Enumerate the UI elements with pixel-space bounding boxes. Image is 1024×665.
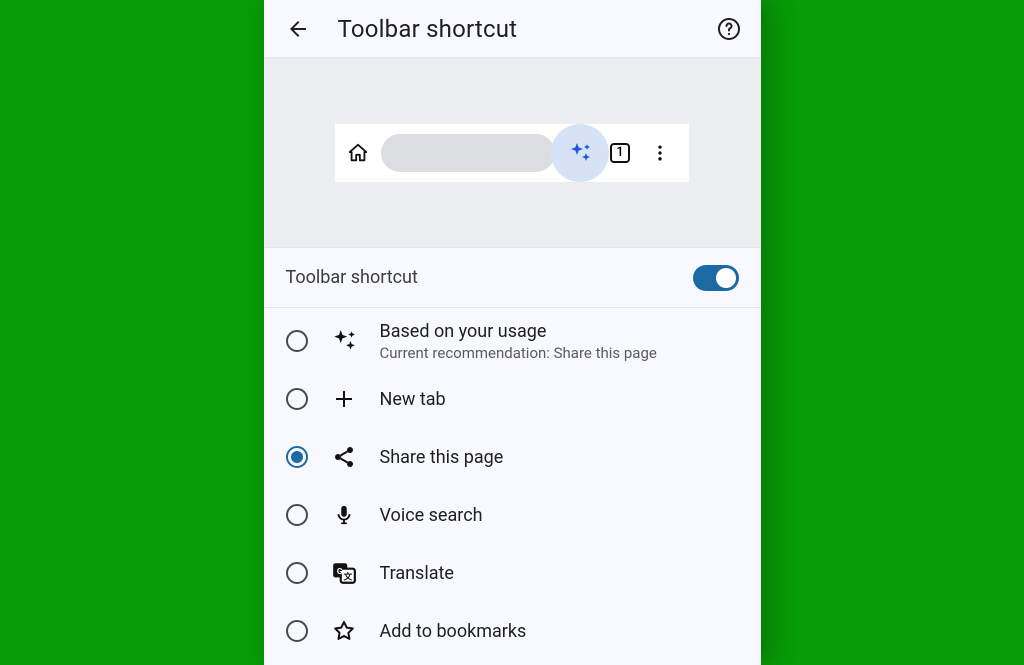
option-voice[interactable]: Voice search [264,486,761,544]
share-icon [330,445,358,469]
option-bookmark[interactable]: Add to bookmarks [264,602,761,660]
toolbar-preview: 1 [264,57,761,248]
home-icon [345,142,371,164]
page-title: Toolbar shortcut [338,15,689,43]
more-icon [645,143,675,163]
option-text: Add to bookmarks [380,621,527,642]
option-share[interactable]: Share this page [264,428,761,486]
help-icon [717,17,741,41]
option-translate[interactable]: G文 Translate [264,544,761,602]
toggle-switch[interactable] [693,265,739,291]
toggle-label: Toolbar shortcut [286,267,693,288]
option-title: Based on your usage [380,321,657,342]
option-text: Share this page [380,447,504,468]
radio-translate[interactable] [286,562,308,584]
sparkle-icon [330,328,358,354]
translate-icon: G文 [330,560,358,586]
radio-usage[interactable] [286,330,308,352]
plus-icon [330,387,358,411]
toolbar-mock: 1 [335,124,689,182]
option-title: Translate [380,563,454,584]
option-title: Voice search [380,505,483,526]
star-icon [330,619,358,643]
option-usage[interactable]: Based on your usage Current recommendatio… [264,312,761,370]
option-text: Translate [380,563,454,584]
help-button[interactable] [717,17,741,41]
radio-bookmark[interactable] [286,620,308,642]
option-title: New tab [380,389,446,410]
options-list: Based on your usage Current recommendatio… [264,308,761,660]
option-text: Based on your usage Current recommendatio… [380,321,657,362]
tab-switcher-icon: 1 [605,143,635,163]
back-button[interactable] [286,17,310,41]
sparkle-icon [565,141,595,165]
url-bar-placeholder [381,134,555,172]
option-newtab[interactable]: New tab [264,370,761,428]
option-title: Add to bookmarks [380,621,527,642]
header-bar: Toolbar shortcut [264,0,761,57]
svg-text:文: 文 [342,571,352,583]
radio-share[interactable] [286,446,308,468]
option-title: Share this page [380,447,504,468]
option-text: New tab [380,389,446,410]
back-arrow-icon [286,17,310,41]
radio-voice[interactable] [286,504,308,526]
svg-text:G: G [336,567,342,577]
option-subtitle: Current recommendation: Share this page [380,344,657,362]
settings-screen: Toolbar shortcut 1 [264,0,761,665]
mic-icon [330,504,358,526]
option-text: Voice search [380,505,483,526]
radio-newtab[interactable] [286,388,308,410]
toolbar-shortcut-toggle-row[interactable]: Toolbar shortcut [264,248,761,308]
